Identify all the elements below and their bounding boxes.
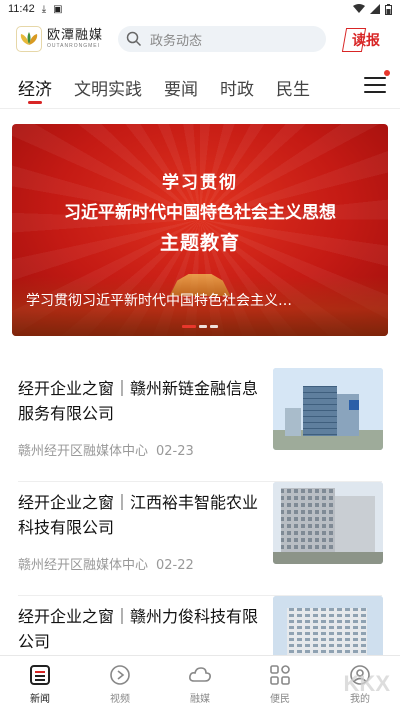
banner-line-1: 学习贯彻 <box>162 173 238 193</box>
status-bar: 11:42 ⤓ ▣ <box>0 0 400 18</box>
carousel-dot[interactable] <box>210 325 218 328</box>
logo-title: 欧潭融媒 <box>47 28 104 43</box>
news-thumbnail <box>273 482 383 564</box>
nav-video[interactable]: 视频 <box>80 656 160 711</box>
video-icon <box>108 663 132 687</box>
nav-label: 融媒 <box>190 693 210 705</box>
cloud-icon <box>188 663 212 687</box>
carousel-indicator <box>182 325 218 328</box>
tab-divider <box>0 108 400 109</box>
notification-icon: ▣ <box>53 3 63 15</box>
app-logo[interactable]: 欧潭融媒 OUTANRONGMEI <box>16 26 103 52</box>
news-date: 02-22 <box>156 558 194 573</box>
search-icon <box>126 31 142 47</box>
news-thumbnail <box>273 368 383 450</box>
grid-icon <box>268 663 292 687</box>
banner-line-2: 习近平新时代中国特色社会主义思想 <box>64 203 336 223</box>
news-icon <box>28 663 52 687</box>
read-paper-label: 读报 <box>352 33 380 49</box>
news-date: 02-23 <box>156 444 194 459</box>
status-time: 11:42 <box>8 3 35 15</box>
news-title: 经开企业之窗｜赣州新链金融信息服务有限公司 <box>18 379 259 423</box>
carousel-dot[interactable] <box>199 325 207 328</box>
read-paper-button[interactable]: 读报 <box>341 26 388 54</box>
nav-label: 我的 <box>350 693 370 705</box>
tab-economy[interactable]: 经济 <box>18 68 52 106</box>
category-tabs: 经济 文明实践 要闻 时政 民生 <box>0 68 400 106</box>
app-header: 欧潭融媒 OUTANRONGMEI 政务动态 读报 <box>0 20 400 60</box>
search-input[interactable]: 政务动态 <box>118 26 326 52</box>
profile-icon <box>348 663 372 687</box>
news-source: 赣州经开区融媒体中心 <box>18 444 149 459</box>
battery-icon <box>385 3 392 15</box>
nav-profile[interactable]: 我的 <box>320 656 400 711</box>
nav-services[interactable]: 便民 <box>240 656 320 711</box>
news-source: 赣州经开区融媒体中心 <box>18 558 149 573</box>
banner-carousel[interactable]: 学习贯彻 习近平新时代中国特色社会主义思想 主题教育 学习贯彻习近平新时代中国特… <box>12 124 388 336</box>
news-title: 经开企业之窗｜赣州力俊科技有限公司 <box>18 607 259 651</box>
signal-icon <box>370 4 380 14</box>
news-item[interactable]: 经开企业之窗｜江西裕丰智能农业科技有限公司 赣州经开区融媒体中心 02-22 <box>0 482 400 596</box>
nav-label: 视频 <box>110 693 130 705</box>
search-placeholder: 政务动态 <box>150 33 203 49</box>
wifi-icon <box>353 4 365 13</box>
news-title: 经开企业之窗｜江西裕丰智能农业科技有限公司 <box>18 493 259 537</box>
tab-headlines[interactable]: 要闻 <box>164 68 198 106</box>
logo-mark-icon <box>16 26 42 52</box>
nav-media[interactable]: 融媒 <box>160 656 240 711</box>
tab-civilization[interactable]: 文明实践 <box>74 68 142 106</box>
nav-news[interactable]: 新闻 <box>0 656 80 711</box>
news-item[interactable]: 经开企业之窗｜赣州新链金融信息服务有限公司 赣州经开区融媒体中心 02-23 <box>0 368 400 482</box>
carousel-dot[interactable] <box>182 325 196 328</box>
bottom-navigation: 新闻 视频 融媒 便民 我的 <box>0 655 400 711</box>
menu-icon[interactable] <box>364 77 386 97</box>
nav-label: 新闻 <box>30 693 50 705</box>
download-icon: ⤓ <box>41 3 47 15</box>
menu-badge-dot <box>384 70 390 76</box>
banner-caption: 学习贯彻习近平新时代中国特色社会主义… <box>26 293 292 309</box>
banner-line-3: 主题教育 <box>159 232 240 254</box>
tab-politics[interactable]: 时政 <box>220 68 254 106</box>
tab-livelihood[interactable]: 民生 <box>276 68 310 106</box>
logo-subtitle: OUTANRONGMEI <box>47 43 101 49</box>
nav-label: 便民 <box>270 693 290 705</box>
